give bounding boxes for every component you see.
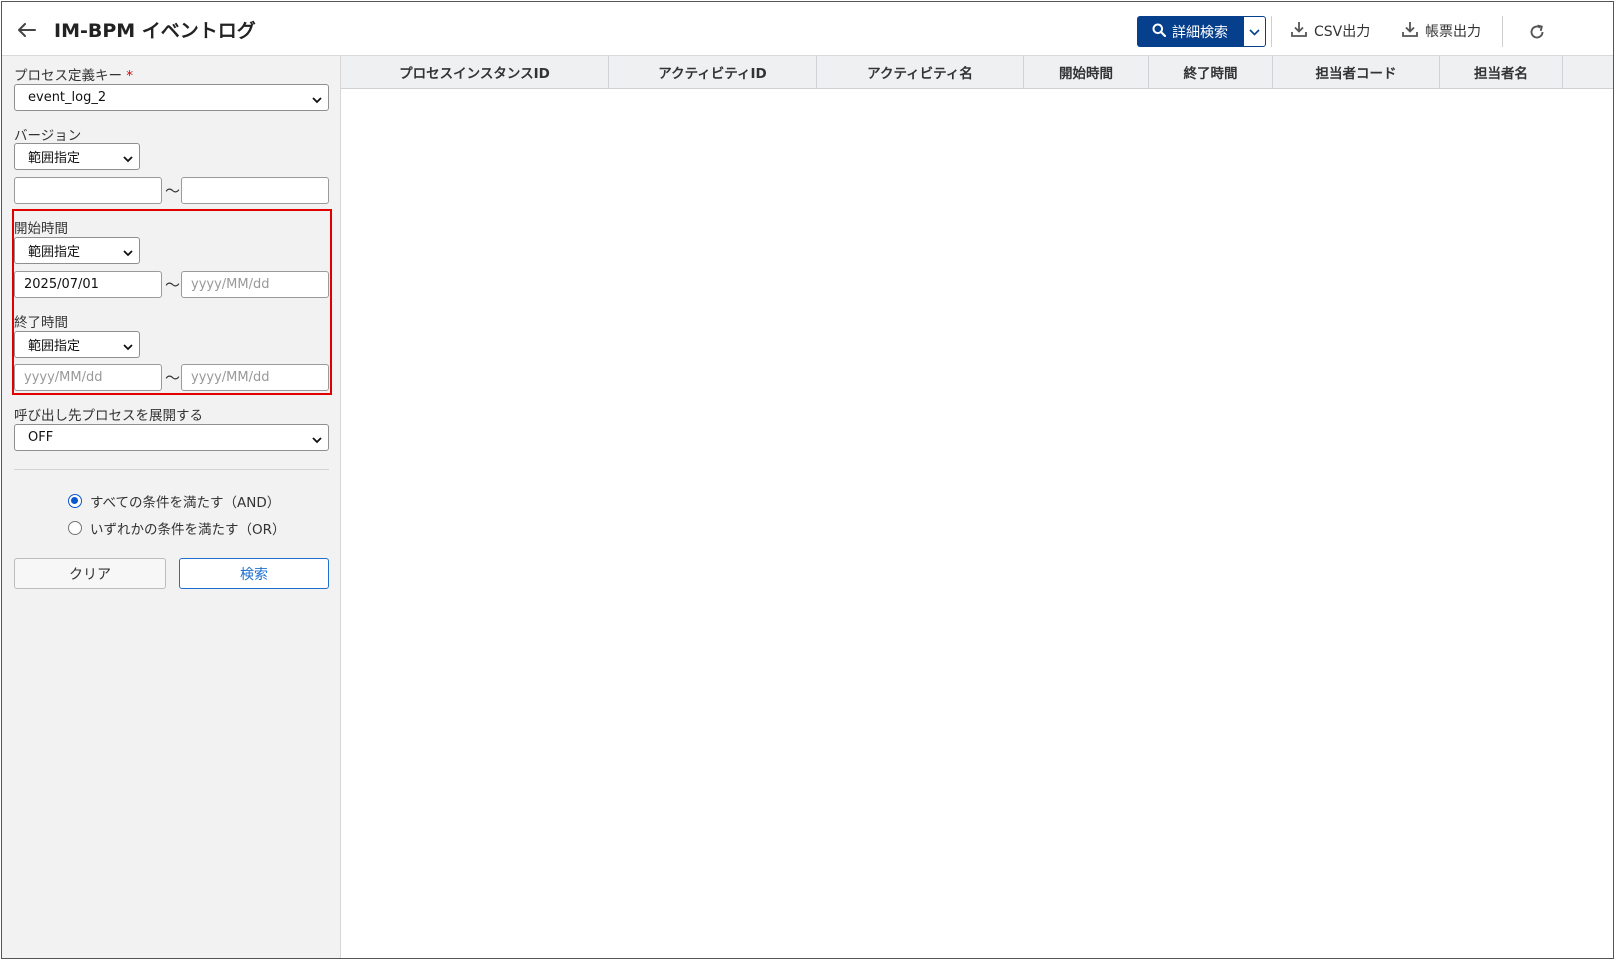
chevron-down-icon <box>123 340 133 355</box>
version-to-input[interactable] <box>181 177 329 204</box>
search-panel: プロセス定義キー * event_log_2 バージョン 範囲指定 ～ 開始時間… <box>2 56 341 958</box>
refresh-icon[interactable] <box>1526 21 1548 43</box>
search-icon <box>1152 23 1167 41</box>
version-label: バージョン <box>14 128 82 144</box>
start-time-from-value: 2025/07/01 <box>24 277 99 292</box>
chevron-down-icon <box>123 152 133 167</box>
column-header-activity-name[interactable]: アクティビティ名 <box>817 56 1024 88</box>
end-time-mode-value: 範囲指定 <box>28 339 81 354</box>
divider <box>14 469 329 470</box>
column-header-end-time[interactable]: 終了時間 <box>1149 56 1273 88</box>
table-header: プロセスインスタンスID アクティビティID アクティビティ名 開始時間 終了時… <box>341 56 1613 89</box>
search-button[interactable]: 検索 <box>179 558 329 589</box>
radio-selected[interactable] <box>68 494 82 508</box>
version-mode-select[interactable]: 範囲指定 <box>14 143 140 170</box>
expand-calls-label: 呼び出し先プロセスを展開する <box>14 408 203 424</box>
app-window: IM-BPM イベントログ 詳細検索 CSV出力 帳票出力 プロセス定義キー *… <box>1 1 1614 959</box>
column-header-activity-id[interactable]: アクティビティID <box>609 56 817 88</box>
page-title: IM-BPM イベントログ <box>54 20 256 42</box>
report-export-label: 帳票出力 <box>1425 24 1481 40</box>
end-time-to-input[interactable]: yyyy/MM/dd <box>181 364 329 391</box>
column-header-assignee-name[interactable]: 担当者名 <box>1440 56 1563 88</box>
version-from-input[interactable] <box>14 177 162 204</box>
column-header-assignee-code[interactable]: 担当者コード <box>1273 56 1440 88</box>
header-bar: IM-BPM イベントログ 詳細検索 CSV出力 帳票出力 <box>2 2 1613 56</box>
detail-search-button[interactable]: 詳細検索 <box>1137 16 1243 47</box>
condition-or-radio[interactable]: いずれかの条件を満たす（OR） <box>68 518 286 538</box>
chevron-down-icon <box>312 93 322 108</box>
column-header-start-time[interactable]: 開始時間 <box>1024 56 1149 88</box>
start-time-mode-select[interactable]: 範囲指定 <box>14 237 140 264</box>
back-arrow-icon[interactable] <box>16 19 38 41</box>
chevron-down-icon <box>312 433 322 448</box>
required-mark: * <box>126 68 134 84</box>
start-time-to-placeholder: yyyy/MM/dd <box>191 277 270 292</box>
end-time-from-placeholder: yyyy/MM/dd <box>24 370 103 385</box>
toolbar-divider <box>1271 16 1272 47</box>
end-time-mode-select[interactable]: 範囲指定 <box>14 331 140 358</box>
download-icon <box>1290 20 1308 42</box>
radio-unselected[interactable] <box>68 521 82 535</box>
chevron-down-icon <box>123 246 133 261</box>
condition-and-label: すべての条件を満たす（AND） <box>90 495 281 511</box>
toolbar-divider <box>1502 16 1503 47</box>
column-header-process-instance-id[interactable]: プロセスインスタンスID <box>341 56 609 88</box>
csv-export-label: CSV出力 <box>1314 24 1371 40</box>
range-separator: ～ <box>165 182 181 200</box>
process-key-label: プロセス定義キー * <box>14 64 133 84</box>
range-separator: ～ <box>165 369 181 387</box>
condition-and-radio[interactable]: すべての条件を満たす（AND） <box>68 491 280 511</box>
csv-export-button[interactable]: CSV出力 <box>1290 19 1370 43</box>
detail-search-label: 詳細検索 <box>1172 24 1228 41</box>
start-time-label: 開始時間 <box>14 221 68 237</box>
process-key-select[interactable]: event_log_2 <box>14 84 329 111</box>
version-mode-value: 範囲指定 <box>28 151 81 166</box>
range-separator: ～ <box>165 276 181 294</box>
chevron-down-icon <box>1249 24 1260 40</box>
expand-calls-value: OFF <box>28 430 54 445</box>
clear-button[interactable]: クリア <box>14 558 166 589</box>
end-time-to-placeholder: yyyy/MM/dd <box>191 370 270 385</box>
process-key-value: event_log_2 <box>28 90 107 105</box>
report-export-button[interactable]: 帳票出力 <box>1401 19 1481 43</box>
end-time-from-input[interactable]: yyyy/MM/dd <box>14 364 162 391</box>
condition-or-label: いずれかの条件を満たす（OR） <box>90 522 286 538</box>
results-table: プロセスインスタンスID アクティビティID アクティビティ名 開始時間 終了時… <box>341 56 1613 958</box>
start-time-from-input[interactable]: 2025/07/01 <box>14 271 162 298</box>
detail-search-dropdown-button[interactable] <box>1243 16 1266 47</box>
process-key-label-text: プロセス定義キー <box>14 68 122 84</box>
start-time-to-input[interactable]: yyyy/MM/dd <box>181 271 329 298</box>
end-time-label: 終了時間 <box>14 315 68 331</box>
start-time-mode-value: 範囲指定 <box>28 245 81 260</box>
download-icon <box>1401 20 1419 42</box>
expand-calls-select[interactable]: OFF <box>14 424 329 451</box>
